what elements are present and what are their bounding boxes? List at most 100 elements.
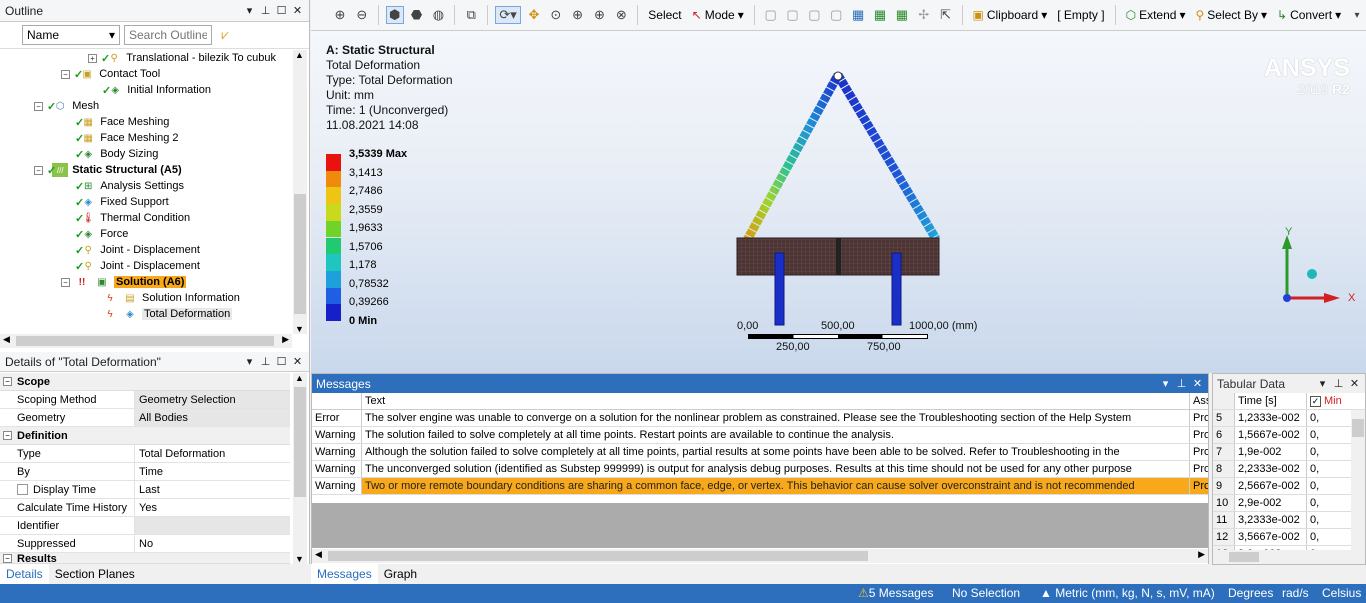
table-row[interactable]: 10 2,9e-002 0, <box>1213 495 1365 512</box>
tabular-horizontal-scrollbar[interactable] <box>1213 550 1365 564</box>
select-point-icon[interactable]: ⇱ <box>937 6 955 24</box>
scroll-thumb[interactable] <box>294 194 306 314</box>
min-column-checkbox[interactable]: ✓ <box>1310 395 1321 407</box>
message-row[interactable]: Warning The solution failed to solve comp… <box>312 427 1208 444</box>
mode-button[interactable]: ↖ Mode ▾ <box>689 8 747 22</box>
collapse-icon[interactable]: − <box>61 69 70 79</box>
row-value[interactable] <box>135 517 290 534</box>
wireframe-icon[interactable]: ⬣ <box>408 6 426 24</box>
details-row-geometry[interactable]: Geometry All Bodies <box>0 409 290 427</box>
scroll-thumb[interactable] <box>294 387 306 497</box>
details-vertical-scrollbar[interactable]: ▲ ▼ <box>293 373 307 564</box>
message-row-selected[interactable]: Warning Two or more remote boundary condi… <box>312 478 1208 495</box>
tree-item-face-meshing-2[interactable]: ✓ ▦ Face Meshing 2 <box>75 130 178 146</box>
tree-item-total-deformation[interactable]: ϟ ◈ Total Deformation <box>102 306 233 322</box>
scroll-down-icon[interactable]: ▼ <box>295 324 304 334</box>
row-value[interactable]: Last <box>135 484 160 496</box>
filter-icon[interactable]: ⩗ <box>216 26 234 44</box>
rotate-icon[interactable]: ⟳▾ <box>495 6 521 24</box>
search-outline-input[interactable] <box>124 25 212 45</box>
extend-button[interactable]: ⬡ Extend ▾ <box>1123 8 1189 22</box>
details-row-calculate-time-history[interactable]: Calculate Time History Yes <box>0 499 290 517</box>
expand-icon[interactable]: + <box>88 53 97 63</box>
tree-item-force[interactable]: ✓ ◈ Force <box>75 226 128 242</box>
scroll-thumb[interactable] <box>328 551 868 561</box>
row-value[interactable]: Yes <box>135 502 157 514</box>
details-row-suppressed[interactable]: Suppressed No <box>0 535 290 553</box>
tree-item-face-meshing[interactable]: ✓ ▦ Face Meshing <box>75 114 169 130</box>
table-row[interactable]: 6 1,5667e-002 0, <box>1213 427 1365 444</box>
col-header-text[interactable]: Text <box>362 393 1190 409</box>
select-node-icon[interactable]: ▦ <box>849 6 867 24</box>
scroll-left-icon[interactable]: ◀ <box>315 549 322 560</box>
col-header-min[interactable]: ✓ Min <box>1307 393 1347 409</box>
details-row-by[interactable]: By Time <box>0 463 290 481</box>
zoom-to-fit-icon[interactable]: ⊗ <box>612 6 630 24</box>
tab-graph[interactable]: Graph <box>378 564 423 584</box>
tab-section-planes[interactable]: Section Planes <box>49 564 141 584</box>
name-select[interactable]: Name ▾ <box>22 25 120 45</box>
dropdown-icon[interactable]: ▾ <box>243 4 256 17</box>
outline-horizontal-scrollbar[interactable]: ◀ ▶ <box>0 334 292 348</box>
collapse-icon[interactable]: − <box>3 377 12 386</box>
details-group-results[interactable]: − Results <box>0 553 290 564</box>
zoom-fit-icon[interactable]: ⊕ <box>331 6 349 24</box>
layout-icon[interactable]: ⧉ <box>462 6 480 24</box>
graphics-viewport[interactable]: A: Static Structural Total Deformation T… <box>311 31 1366 373</box>
tree-item-solution-information[interactable]: ϟ ▤ Solution Information <box>102 290 240 306</box>
tree-item-mesh[interactable]: − ✓ ⬡ Mesh <box>34 98 99 114</box>
scroll-left-icon[interactable]: ◀ <box>3 334 10 345</box>
pin-icon[interactable]: ⊥ <box>1332 377 1345 390</box>
dropdown-icon[interactable]: ▾ <box>243 355 256 368</box>
zoom-in-icon[interactable]: ⊕ <box>569 6 587 24</box>
row-value[interactable]: All Bodies <box>135 409 290 426</box>
close-icon[interactable]: ✕ <box>291 4 304 17</box>
close-icon[interactable]: ✕ <box>1191 377 1204 390</box>
cube-icon[interactable]: ⬢ <box>385 6 404 24</box>
select-edge-icon[interactable]: ▢ <box>784 6 802 24</box>
maximize-icon[interactable]: ☐ <box>275 4 288 17</box>
pin-icon[interactable]: ⊥ <box>259 4 272 17</box>
scroll-thumb[interactable] <box>1229 552 1259 562</box>
message-row[interactable]: Warning Although the solution failed to s… <box>312 444 1208 461</box>
collapse-icon[interactable]: − <box>3 431 12 440</box>
clipboard-button[interactable]: ▣ Clipboard ▾ <box>970 8 1051 22</box>
row-value[interactable]: Total Deformation <box>135 448 225 460</box>
col-header-time[interactable]: Time [s] <box>1235 393 1307 409</box>
row-value[interactable]: Geometry Selection <box>135 391 290 408</box>
collapse-icon[interactable]: − <box>34 165 43 175</box>
tree-item-joint-displacement-2[interactable]: ✓ ⚲ Joint - Displacement <box>75 258 200 274</box>
details-row-scoping-method[interactable]: Scoping Method Geometry Selection <box>0 391 290 409</box>
scroll-thumb[interactable] <box>16 336 274 346</box>
tab-details[interactable]: Details <box>0 564 49 584</box>
table-row[interactable]: 5 1,2333e-002 0, <box>1213 410 1365 427</box>
status-messages[interactable]: ⚠5 Messages <box>858 586 933 600</box>
table-row[interactable]: 12 3,5667e-002 0, <box>1213 529 1365 546</box>
message-row[interactable]: Error The solver engine was unable to con… <box>312 410 1208 427</box>
row-value[interactable]: No <box>135 538 153 550</box>
scroll-right-icon[interactable]: ▶ <box>1198 549 1205 560</box>
status-rate-unit[interactable]: rad/s <box>1282 586 1309 600</box>
zoom-box-icon[interactable]: ⊖ <box>353 6 371 24</box>
maximize-icon[interactable]: ☐ <box>275 355 288 368</box>
select-body-icon[interactable]: ▢ <box>827 6 845 24</box>
collapse-icon[interactable]: − <box>34 101 43 111</box>
tree-item-contact-tool[interactable]: − ✓ ▣ Contact Tool <box>61 66 160 82</box>
tree-item-body-sizing[interactable]: ✓ ◈ Body Sizing <box>75 146 158 162</box>
show-mesh-icon[interactable]: ◍ <box>429 6 447 24</box>
scroll-thumb[interactable] <box>1352 419 1364 437</box>
select-button[interactable]: Select <box>645 8 684 22</box>
pan-icon[interactable]: ✥ <box>525 6 543 24</box>
select-by-button[interactable]: ⚲ Select By ▾ <box>1192 8 1270 22</box>
table-row[interactable]: 11 3,2333e-002 0, <box>1213 512 1365 529</box>
close-icon[interactable]: ✕ <box>1348 377 1361 390</box>
tree-item-translational[interactable]: + ✓ ⚲ Translational - bilezik To cubuk <box>88 50 276 66</box>
outline-vertical-scrollbar[interactable]: ▲ ▼ <box>293 50 307 334</box>
select-vertex-icon[interactable]: ▢ <box>762 6 780 24</box>
messages-horizontal-scrollbar[interactable]: ◀ ▶ <box>312 549 1208 563</box>
zoom-area-icon[interactable]: ⊕ <box>591 6 609 24</box>
tree-item-thermal-condition[interactable]: ✓ 🌡 Thermal Condition <box>75 210 190 226</box>
details-group-scope[interactable]: − Scope <box>0 373 290 391</box>
status-units[interactable]: ▲ Metric (mm, kg, N, s, mV, mA) <box>1040 586 1215 600</box>
table-row[interactable]: 8 2,2333e-002 0, <box>1213 461 1365 478</box>
